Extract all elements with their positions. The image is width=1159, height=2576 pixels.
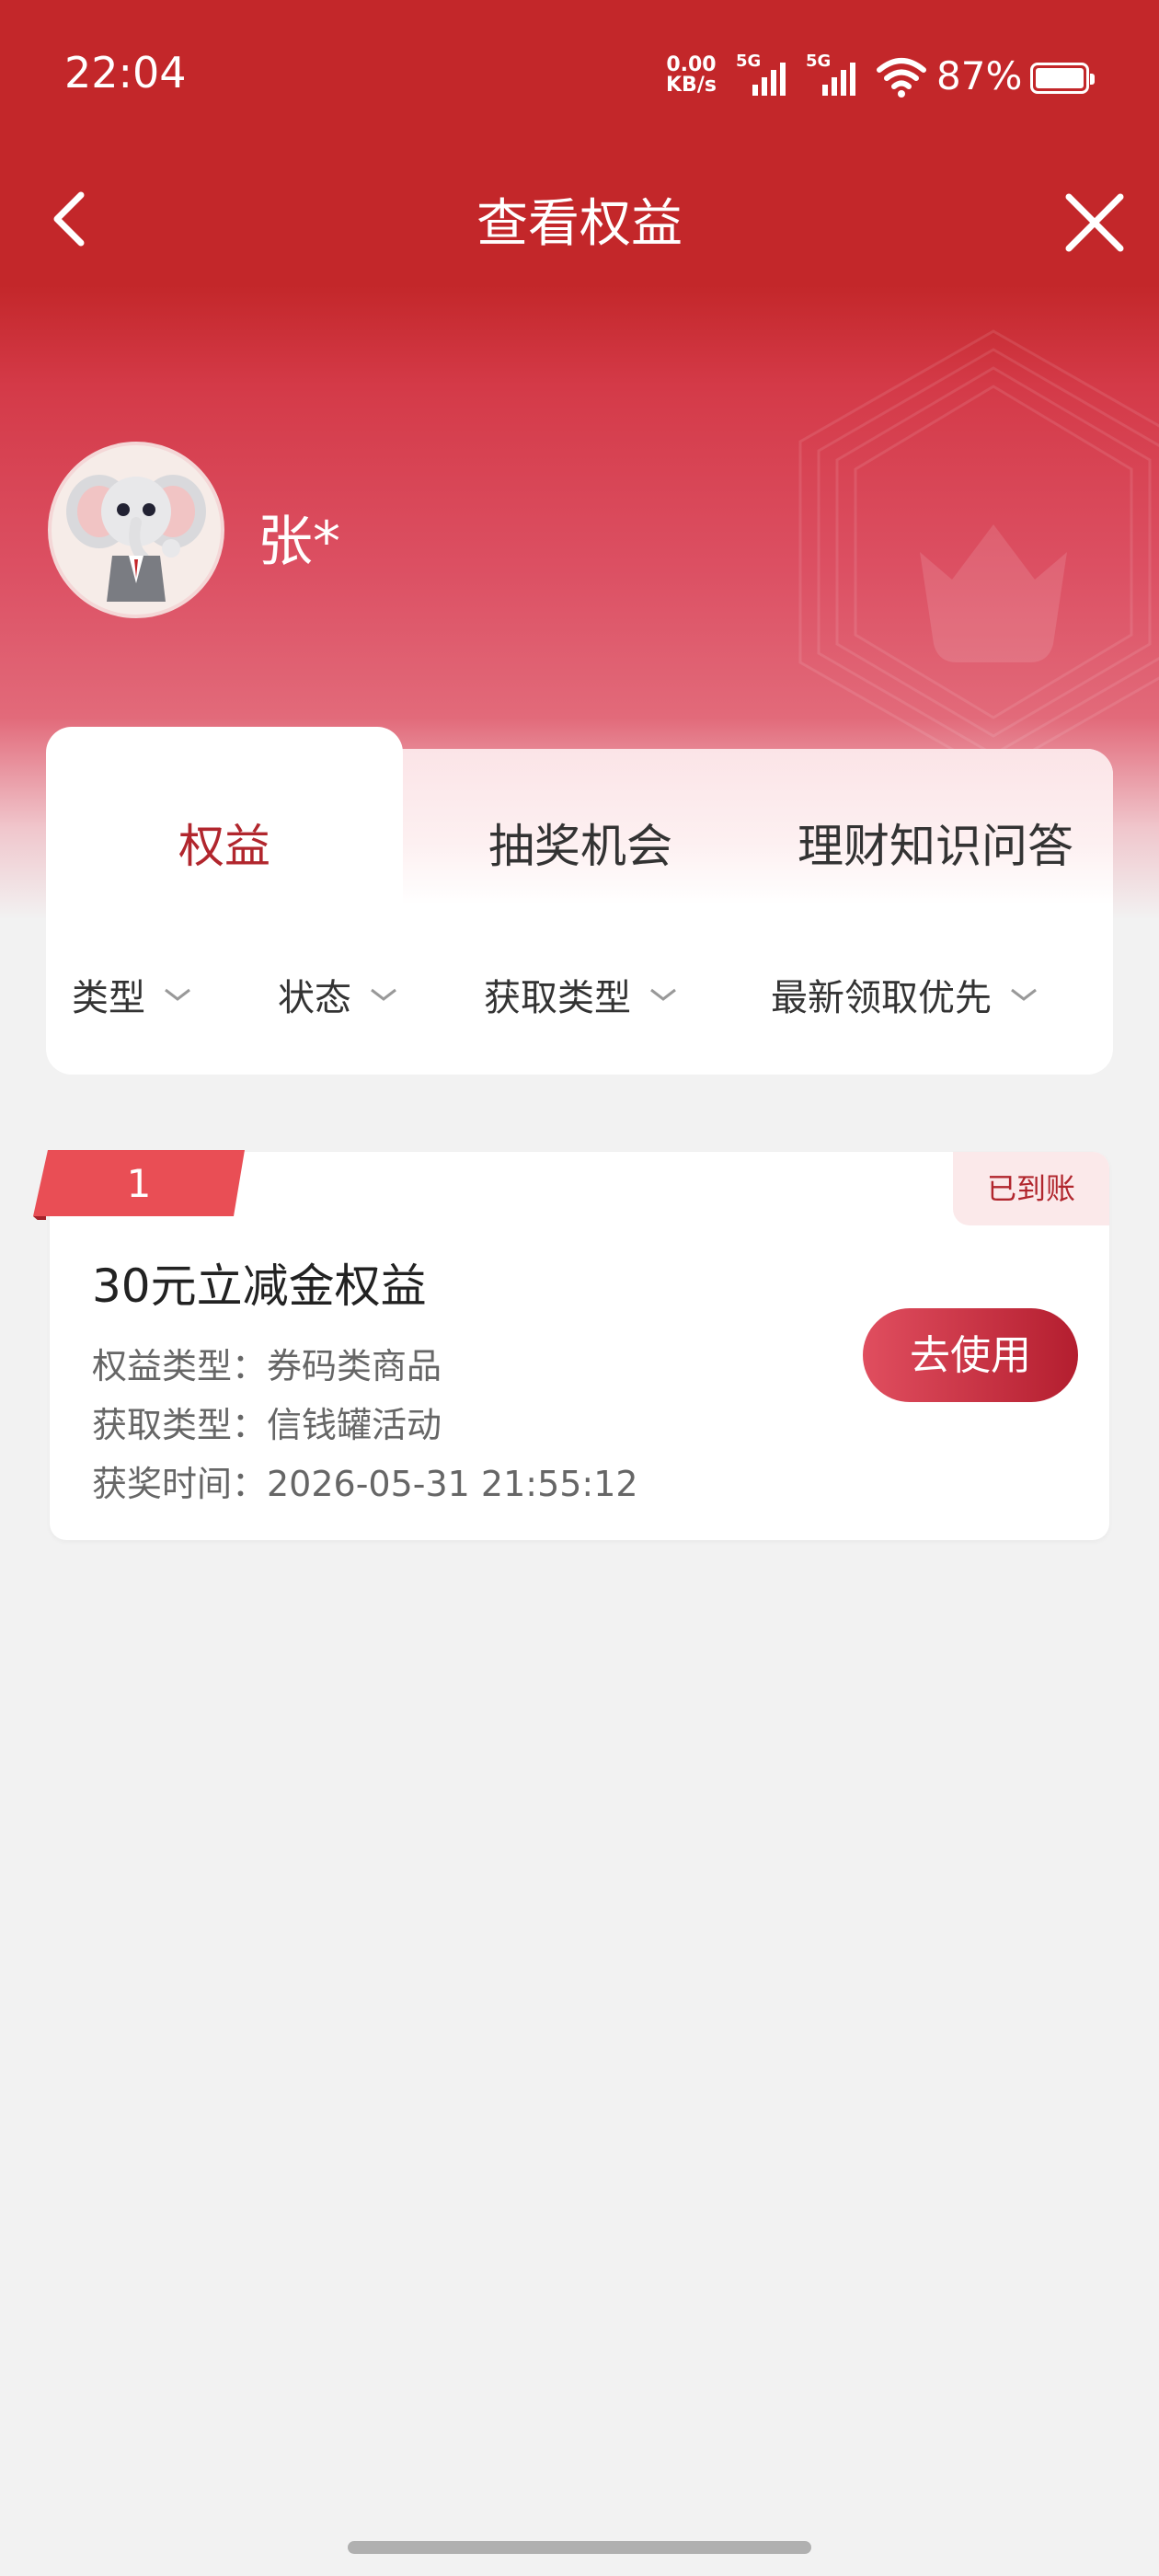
page-title: 查看权益 (476, 194, 683, 254)
tab-finance-quiz[interactable]: 理财知识问答 (758, 810, 1113, 876)
reward-time: 获奖时间：2026-05-31 21:55:12 (92, 1464, 638, 1504)
tab-lottery-chances[interactable]: 抽奖机会 (403, 810, 758, 876)
close-icon (1065, 193, 1124, 252)
close-button[interactable] (1049, 177, 1141, 269)
chevron-down-icon (165, 988, 190, 1001)
cellular-signal-icon: 5G (736, 52, 791, 103)
filter-status[interactable]: 状态 (278, 968, 399, 1021)
reward-title: 30元立减金权益 (92, 1259, 427, 1313)
filter-acquire-type[interactable]: 获取类型 (484, 968, 679, 1021)
chevron-down-icon (371, 988, 396, 1001)
home-indicator[interactable] (348, 2541, 811, 2554)
filter-bar: 类型 状态 获取类型 最新领取优先 (46, 968, 1113, 1023)
reward-type: 权益类型：券码类商品 (92, 1346, 442, 1386)
filter-sort[interactable]: 最新领取优先 (771, 968, 1039, 1021)
index-badge: 1 (33, 1150, 245, 1227)
chevron-down-icon (650, 988, 676, 1001)
use-button[interactable]: 去使用 (863, 1308, 1078, 1402)
avatar (48, 442, 224, 618)
elephant-mascot-icon (66, 475, 206, 602)
chevron-down-icon (1011, 988, 1037, 1001)
reward-acquire-type: 获取类型：信钱罐活动 (92, 1405, 442, 1445)
battery-icon (1030, 63, 1095, 94)
status-badge: 已到账 (953, 1152, 1109, 1225)
navigation-bar: 查看权益 (0, 156, 1159, 285)
tabs-card: 权益 抽奖机会 理财知识问答 类型 状态 获取类型 最新领取优先 (46, 727, 1113, 1075)
cellular-signal-icon: 5G (806, 52, 861, 103)
wifi-icon (876, 57, 927, 101)
tab-rewards[interactable]: 权益 (46, 810, 403, 876)
filter-type[interactable]: 类型 (72, 968, 193, 1021)
clock: 22:04 (64, 48, 187, 98)
status-bar: 22:04 0.00 KB/s 5G 5G 87% (0, 0, 1159, 156)
network-speed: 0.00 KB/s (666, 53, 717, 97)
user-name: 张* (258, 510, 340, 574)
battery-percentage: 87% (936, 53, 1023, 98)
